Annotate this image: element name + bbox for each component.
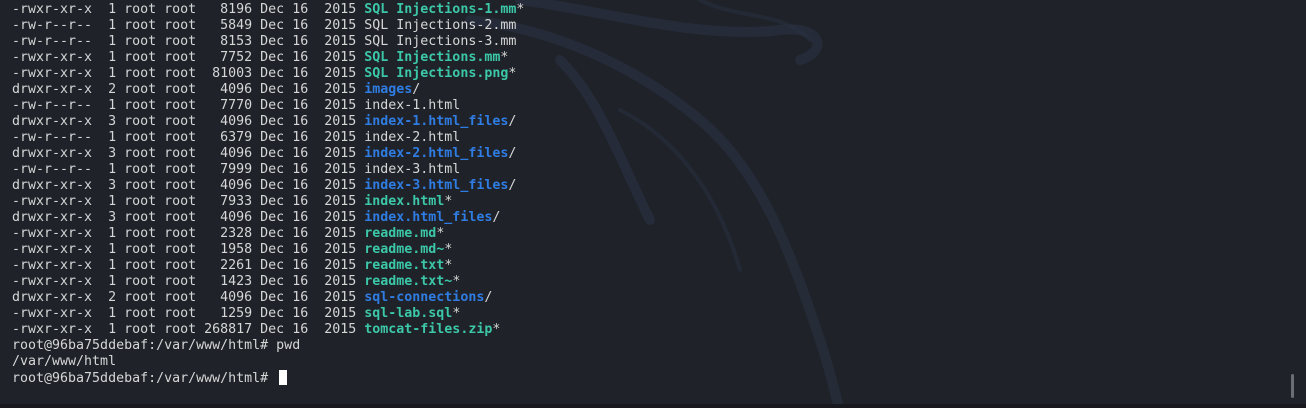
terminal-window[interactable]: -rwxr-xr-x 1 root root 8196 Dec 16 2015 … <box>0 0 1306 408</box>
scrollbar-thumb[interactable] <box>1291 374 1294 398</box>
file-type-indicator: * <box>436 226 445 241</box>
file-metadata: -rwxr-xr-x 1 root root 1958 Dec 16 2015 <box>12 242 365 257</box>
file-metadata: -rwxr-xr-x 1 root root 81003 Dec 16 2015 <box>12 66 365 81</box>
ls-row: -rwxr-xr-x 1 root root 1259 Dec 16 2015 … <box>12 306 524 322</box>
directory-name: index-2.html_files <box>364 146 509 161</box>
file-name: SQL Injections-3.mm <box>364 34 517 49</box>
file-metadata: -rw-r--r-- 1 root root 8153 Dec 16 2015 <box>12 34 365 49</box>
file-metadata: drwxr-xr-x 3 root root 4096 Dec 16 2015 <box>12 146 365 161</box>
ls-row: drwxr-xr-x 2 root root 4096 Dec 16 2015 … <box>12 82 524 98</box>
shell-prompt: root@96ba75ddebaf:/var/www/html# <box>12 371 277 386</box>
command-output: /var/www/html <box>12 354 117 369</box>
ls-row: -rw-r--r-- 1 root root 7770 Dec 16 2015 … <box>12 98 524 114</box>
file-type-indicator: * <box>508 66 517 81</box>
file-name: index-1.html <box>364 98 461 113</box>
file-metadata: -rwxr-xr-x 1 root root 2261 Dec 16 2015 <box>12 258 365 273</box>
file-name: index.html <box>364 194 445 209</box>
ls-row: -rwxr-xr-x 1 root root 7933 Dec 16 2015 … <box>12 194 524 210</box>
ls-row: drwxr-xr-x 2 root root 4096 Dec 16 2015 … <box>12 290 524 306</box>
file-name: SQL Injections-2.mm <box>364 18 517 33</box>
file-metadata: -rw-r--r-- 1 root root 5849 Dec 16 2015 <box>12 18 365 33</box>
file-metadata: drwxr-xr-x 3 root root 4096 Dec 16 2015 <box>12 114 365 129</box>
file-metadata: -rwxr-xr-x 1 root root 8196 Dec 16 2015 <box>12 2 365 17</box>
file-type-indicator: * <box>516 2 525 17</box>
file-name: readme.md <box>364 226 437 241</box>
file-name: index-3.html <box>364 162 461 177</box>
ls-row: -rwxr-xr-x 1 root root 268817 Dec 16 201… <box>12 322 524 338</box>
file-type-indicator: * <box>444 194 453 209</box>
directory-name: index.html_files <box>364 210 493 225</box>
file-name: readme.md~ <box>364 242 445 257</box>
ls-row: -rwxr-xr-x 1 root root 7752 Dec 16 2015 … <box>12 50 524 66</box>
file-type-indicator: / <box>508 114 517 129</box>
file-name: tomcat-files.zip <box>364 322 493 337</box>
file-metadata: -rwxr-xr-x 1 root root 2328 Dec 16 2015 <box>12 226 365 241</box>
file-metadata: drwxr-xr-x 2 root root 4096 Dec 16 2015 <box>12 290 365 305</box>
ls-row: -rw-r--r-- 1 root root 7999 Dec 16 2015 … <box>12 162 524 178</box>
file-metadata: -rwxr-xr-x 1 root root 1423 Dec 16 2015 <box>12 274 365 289</box>
ls-row: -rwxr-xr-x 1 root root 2328 Dec 16 2015 … <box>12 226 524 242</box>
file-type-indicator: / <box>508 178 517 193</box>
file-type-indicator: * <box>444 258 453 273</box>
file-type-indicator: * <box>452 274 461 289</box>
ls-row: drwxr-xr-x 3 root root 4096 Dec 16 2015 … <box>12 178 524 194</box>
file-metadata: -rwxr-xr-x 1 root root 7933 Dec 16 2015 <box>12 194 365 209</box>
file-type-indicator: * <box>500 50 509 65</box>
file-type-indicator: / <box>484 290 493 305</box>
file-metadata: -rwxr-xr-x 1 root root 268817 Dec 16 201… <box>12 322 365 337</box>
ls-row: -rw-r--r-- 1 root root 8153 Dec 16 2015 … <box>12 34 524 50</box>
file-metadata: -rwxr-xr-x 1 root root 7752 Dec 16 2015 <box>12 50 365 65</box>
file-metadata: -rw-r--r-- 1 root root 6379 Dec 16 2015 <box>12 130 365 145</box>
file-name: SQL Injections.png <box>364 66 509 81</box>
ls-row: drwxr-xr-x 3 root root 4096 Dec 16 2015 … <box>12 210 524 226</box>
file-metadata: -rw-r--r-- 1 root root 7999 Dec 16 2015 <box>12 162 365 177</box>
file-metadata: -rwxr-xr-x 1 root root 1259 Dec 16 2015 <box>12 306 365 321</box>
ls-row: -rwxr-xr-x 1 root root 1958 Dec 16 2015 … <box>12 242 524 258</box>
command-line: root@96ba75ddebaf:/var/www/html# pwd <box>12 338 301 353</box>
ls-row: -rwxr-xr-x 1 root root 8196 Dec 16 2015 … <box>12 2 524 18</box>
text-cursor[interactable] <box>279 370 288 385</box>
ls-row: -rwxr-xr-x 1 root root 81003 Dec 16 2015… <box>12 66 524 82</box>
file-type-indicator: / <box>412 82 421 97</box>
directory-name: images <box>364 82 413 97</box>
ls-row: -rwxr-xr-x 1 root root 2261 Dec 16 2015 … <box>12 258 524 274</box>
ls-row: drwxr-xr-x 3 root root 4096 Dec 16 2015 … <box>12 114 524 130</box>
file-name: readme.txt~ <box>364 274 453 289</box>
ls-row: -rw-r--r-- 1 root root 5849 Dec 16 2015 … <box>12 18 524 34</box>
file-metadata: drwxr-xr-x 3 root root 4096 Dec 16 2015 <box>12 178 365 193</box>
file-metadata: drwxr-xr-x 3 root root 4096 Dec 16 2015 <box>12 210 365 225</box>
directory-name: index-1.html_files <box>364 114 509 129</box>
file-type-indicator: * <box>444 242 453 257</box>
file-name: index-2.html <box>364 130 461 145</box>
terminal-bottom-border <box>0 404 1306 408</box>
file-metadata: -rw-r--r-- 1 root root 7770 Dec 16 2015 <box>12 98 365 113</box>
file-type-indicator: / <box>508 146 517 161</box>
file-type-indicator: / <box>492 210 501 225</box>
ls-row: -rw-r--r-- 1 root root 6379 Dec 16 2015 … <box>12 130 524 146</box>
file-name: SQL Injections.mm <box>364 50 501 65</box>
prompt-line[interactable]: root@96ba75ddebaf:/var/www/html# <box>12 370 524 386</box>
file-type-indicator: * <box>492 322 501 337</box>
file-name: sql-lab.sql <box>364 306 453 321</box>
ls-row: drwxr-xr-x 3 root root 4096 Dec 16 2015 … <box>12 146 524 162</box>
file-metadata: drwxr-xr-x 2 root root 4096 Dec 16 2015 <box>12 82 365 97</box>
ls-row: -rwxr-xr-x 1 root root 1423 Dec 16 2015 … <box>12 274 524 290</box>
file-name: SQL Injections-1.mm <box>364 2 517 17</box>
directory-name: index-3.html_files <box>364 178 509 193</box>
directory-name: sql-connections <box>364 290 485 305</box>
terminal-output: -rwxr-xr-x 1 root root 8196 Dec 16 2015 … <box>12 2 524 386</box>
file-name: readme.txt <box>364 258 445 273</box>
file-type-indicator: * <box>452 306 461 321</box>
